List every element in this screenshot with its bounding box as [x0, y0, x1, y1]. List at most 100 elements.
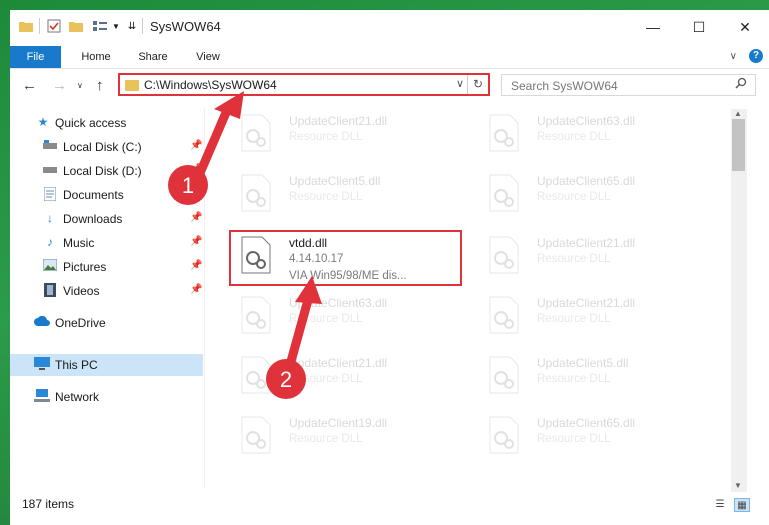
file-type: Resource DLL: [537, 313, 611, 325]
details-view-icon[interactable]: ☰: [712, 498, 728, 512]
sidebar-item-local-disk-d[interactable]: Local Disk (D:) 📌: [10, 160, 203, 182]
sidebar-item-onedrive[interactable]: OneDrive: [10, 312, 203, 334]
sidebar-item-this-pc[interactable]: This PC: [10, 354, 203, 376]
help-icon[interactable]: ?: [749, 49, 763, 63]
sidebar-item-local-disk-c[interactable]: Local Disk (C:) 📌: [10, 136, 203, 158]
file-name: UpdateClient21.dll: [537, 296, 636, 310]
file-list: UpdateClient21.dll Resource DLL UpdateCl…: [217, 108, 742, 486]
address-path[interactable]: C:\Windows\SysWOW64: [144, 78, 277, 92]
vertical-scrollbar[interactable]: ▲ ▼: [731, 109, 747, 492]
tab-file[interactable]: File: [10, 46, 61, 68]
status-bar: 187 items ☰ ▦: [10, 494, 769, 516]
sidebar-item-label: Documents: [63, 188, 124, 202]
pin-icon[interactable]: 📌: [190, 236, 202, 247]
file-tile[interactable]: UpdateClient21.dll Resource DLL: [477, 230, 707, 284]
file-name: UpdateClient5.dll: [537, 356, 629, 370]
sidebar-item-label: Local Disk (C:): [63, 140, 142, 154]
documents-icon: [43, 186, 57, 202]
sidebar-item-downloads[interactable]: ↓ Downloads 📌: [10, 208, 203, 230]
search-input[interactable]: Search SysWOW64: [511, 79, 618, 93]
navigation-pane: ★ Quick access Local Disk (C:) 📌 Local D…: [10, 108, 203, 488]
pin-icon[interactable]: 📌: [190, 284, 202, 295]
file-name: UpdateClient21.dll: [537, 236, 636, 250]
dll-file-icon: [489, 416, 519, 454]
file-name: UpdateClient65.dll: [537, 174, 636, 188]
tiles-view-icon[interactable]: ▦: [734, 498, 750, 512]
pictures-icon: [42, 258, 58, 273]
pin-icon[interactable]: 📌: [190, 140, 202, 151]
sidebar-item-music[interactable]: ♪ Music 📌: [10, 232, 203, 254]
file-name: UpdateClient21.dll: [289, 114, 388, 128]
tab-home[interactable]: Home: [74, 46, 118, 68]
properties-check-icon[interactable]: [46, 18, 62, 34]
drive-icon: [43, 163, 57, 177]
file-type: Resource DLL: [537, 191, 611, 203]
pin-icon[interactable]: 📌: [190, 188, 202, 199]
tab-share[interactable]: Share: [130, 46, 176, 68]
sidebar-item-label: Downloads: [63, 212, 123, 226]
separator: [142, 18, 143, 34]
view-toggle-icon[interactable]: [92, 18, 108, 34]
dll-file-icon: [241, 236, 271, 274]
file-version: 4.14.10.17: [289, 253, 344, 265]
file-type: Resource DLL: [289, 131, 363, 143]
file-description: VIA Win95/98/ME dis...: [289, 270, 407, 282]
file-tile[interactable]: UpdateClient19.dll Resource DLL: [229, 410, 459, 464]
ribbon-tabs: File Home Share View ∨ ?: [10, 46, 769, 69]
pin-icon[interactable]: 📌: [190, 212, 202, 223]
file-tile[interactable]: UpdateClient21.dll Resource DLL: [229, 350, 459, 404]
tab-view[interactable]: View: [188, 46, 228, 68]
dll-file-icon: [489, 114, 519, 152]
file-type: Resource DLL: [537, 433, 611, 445]
forward-arrow-icon[interactable]: →: [52, 77, 67, 94]
minimize-button[interactable]: —: [630, 10, 676, 44]
sidebar-item-pictures[interactable]: Pictures 📌: [10, 256, 203, 278]
network-icon: [34, 389, 50, 403]
search-icon[interactable]: [735, 77, 747, 92]
pin-icon[interactable]: 📌: [190, 164, 202, 175]
dll-file-icon: [489, 174, 519, 212]
file-type: Resource DLL: [289, 373, 363, 385]
file-name: UpdateClient63.dll: [289, 296, 388, 310]
scroll-down-icon[interactable]: ▼: [734, 481, 742, 490]
maximize-button[interactable]: ☐: [676, 10, 722, 44]
customize-toolbar-icon[interactable]: ⇊: [124, 18, 140, 34]
expand-ribbon-icon[interactable]: ∨: [730, 51, 737, 62]
file-tile[interactable]: UpdateClient5.dll Resource DLL: [477, 350, 707, 404]
dll-file-icon: [241, 296, 271, 334]
file-tile[interactable]: UpdateClient63.dll Resource DLL: [229, 290, 459, 344]
close-button[interactable]: ✕: [722, 10, 768, 44]
sidebar-item-documents[interactable]: Documents 📌: [10, 184, 203, 206]
sidebar-item-quick-access[interactable]: ★ Quick access: [10, 112, 203, 134]
address-bar[interactable]: C:\Windows\SysWOW64 ∨ ↻: [118, 73, 490, 96]
pin-icon[interactable]: 📌: [190, 260, 202, 271]
up-arrow-icon[interactable]: ↑: [96, 77, 104, 94]
file-type: Resource DLL: [537, 131, 611, 143]
file-name: UpdateClient21.dll: [289, 356, 388, 370]
file-tile[interactable]: UpdateClient65.dll Resource DLL: [477, 410, 707, 464]
file-tile[interactable]: UpdateClient63.dll Resource DLL: [477, 108, 707, 162]
scroll-thumb[interactable]: [732, 119, 745, 171]
chevron-down-icon[interactable]: ∨: [456, 77, 464, 90]
drive-icon: [43, 139, 57, 153]
folder-icon[interactable]: [18, 18, 34, 34]
sidebar-item-label: Pictures: [63, 260, 107, 274]
folder-icon: [125, 80, 139, 91]
file-tile[interactable]: UpdateClient21.dll Resource DLL: [477, 290, 707, 344]
dll-file-icon: [489, 236, 519, 274]
sidebar-item-label: This PC: [55, 358, 98, 372]
sidebar-item-network[interactable]: Network: [10, 386, 203, 408]
back-arrow-icon[interactable]: ←: [22, 77, 37, 94]
chevron-down-icon[interactable]: ▼: [108, 18, 124, 34]
file-name: vtdd.dll: [289, 236, 328, 250]
file-tile[interactable]: UpdateClient65.dll Resource DLL: [477, 168, 707, 222]
refresh-icon[interactable]: ↻: [467, 75, 488, 94]
scroll-up-icon[interactable]: ▲: [734, 109, 742, 118]
search-box[interactable]: Search SysWOW64: [501, 74, 756, 96]
file-tile-selected[interactable]: vtdd.dll 4.14.10.17 VIA Win95/98/ME dis.…: [229, 230, 462, 286]
file-tile[interactable]: UpdateClient5.dll Resource DLL: [229, 168, 459, 222]
recent-locations-icon[interactable]: ∨: [77, 81, 83, 90]
sidebar-item-videos[interactable]: Videos 📌: [10, 280, 203, 302]
file-tile[interactable]: UpdateClient21.dll Resource DLL: [229, 108, 459, 162]
new-folder-icon[interactable]: [68, 18, 84, 34]
